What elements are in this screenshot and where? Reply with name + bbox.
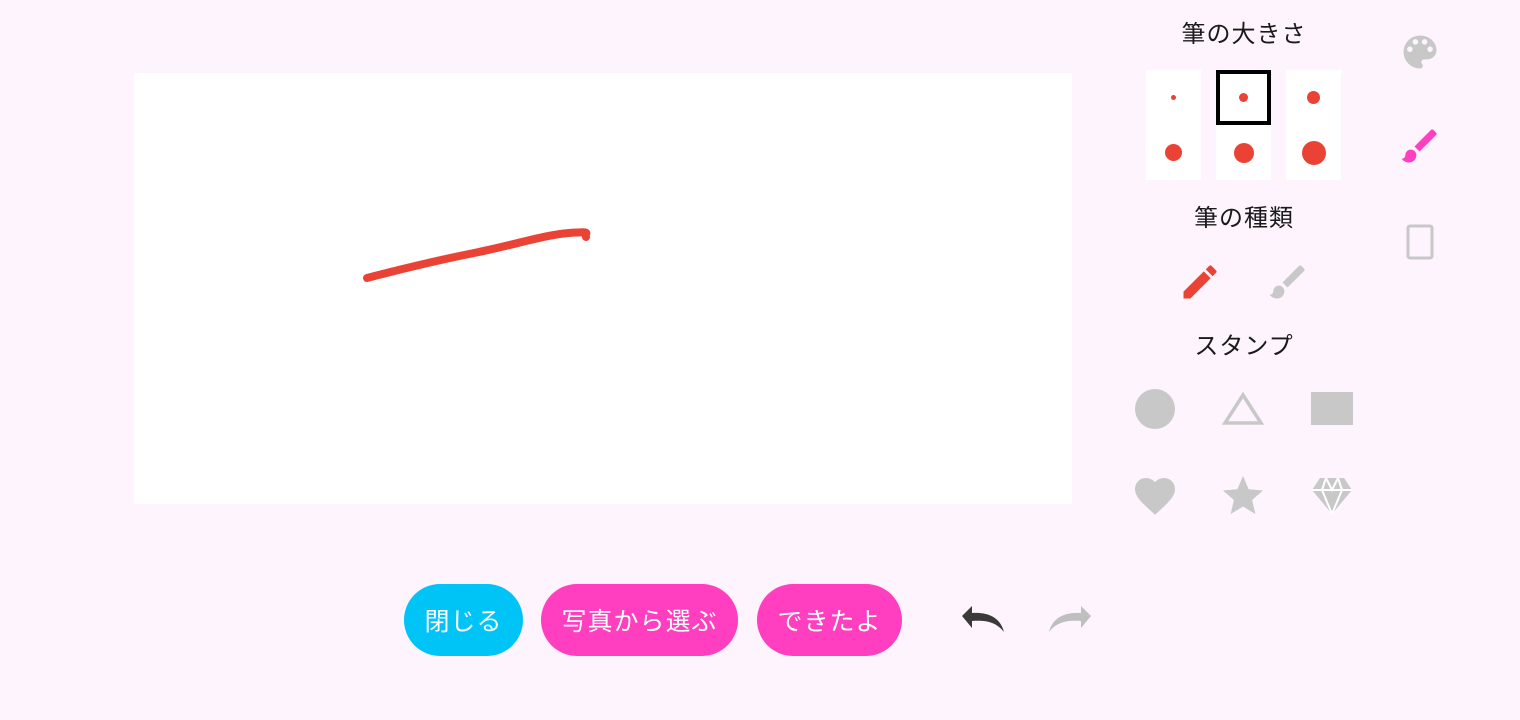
brush-type-title: 筆の種類 xyxy=(1194,204,1294,232)
drawing-canvas[interactable] xyxy=(134,73,1072,504)
pencil-icon[interactable] xyxy=(1178,260,1222,308)
brush-size-option-2[interactable] xyxy=(1216,70,1271,125)
redo-icon[interactable] xyxy=(1047,602,1095,646)
star-icon[interactable] xyxy=(1219,472,1267,520)
diamond-icon[interactable] xyxy=(1308,472,1356,520)
size-dot xyxy=(1301,140,1326,165)
close-button[interactable]: 閉じる xyxy=(404,584,523,656)
brush-type-brush-icon[interactable] xyxy=(1266,260,1310,308)
eraser-icon[interactable] xyxy=(1398,220,1442,268)
brush-size-option-1[interactable] xyxy=(1146,70,1201,125)
size-dot xyxy=(1165,144,1182,161)
done-button[interactable]: できたよ xyxy=(757,584,902,656)
brush-size-option-4[interactable] xyxy=(1146,125,1201,180)
choose-photo-button[interactable]: 写真から選ぶ xyxy=(541,584,738,656)
brush-size-option-3[interactable] xyxy=(1286,70,1341,125)
brush-size-option-5[interactable] xyxy=(1216,125,1271,180)
size-dot xyxy=(1233,142,1254,163)
size-dot xyxy=(1307,91,1320,104)
brush-size-option-6[interactable] xyxy=(1286,125,1341,180)
brush-size-title: 筆の大きさ xyxy=(1181,20,1307,48)
size-dot xyxy=(1239,93,1248,102)
heart-icon[interactable] xyxy=(1131,472,1179,520)
triangle-icon[interactable] xyxy=(1219,385,1267,433)
brush-icon[interactable] xyxy=(1398,124,1442,172)
drawn-stroke xyxy=(363,228,591,282)
circle-icon[interactable] xyxy=(1131,385,1179,433)
rectangle-icon[interactable] xyxy=(1308,385,1356,433)
palette-icon[interactable] xyxy=(1398,30,1442,78)
undo-icon[interactable] xyxy=(958,602,1006,646)
size-dot xyxy=(1171,95,1176,100)
stamps-title: スタンプ xyxy=(1194,332,1294,360)
